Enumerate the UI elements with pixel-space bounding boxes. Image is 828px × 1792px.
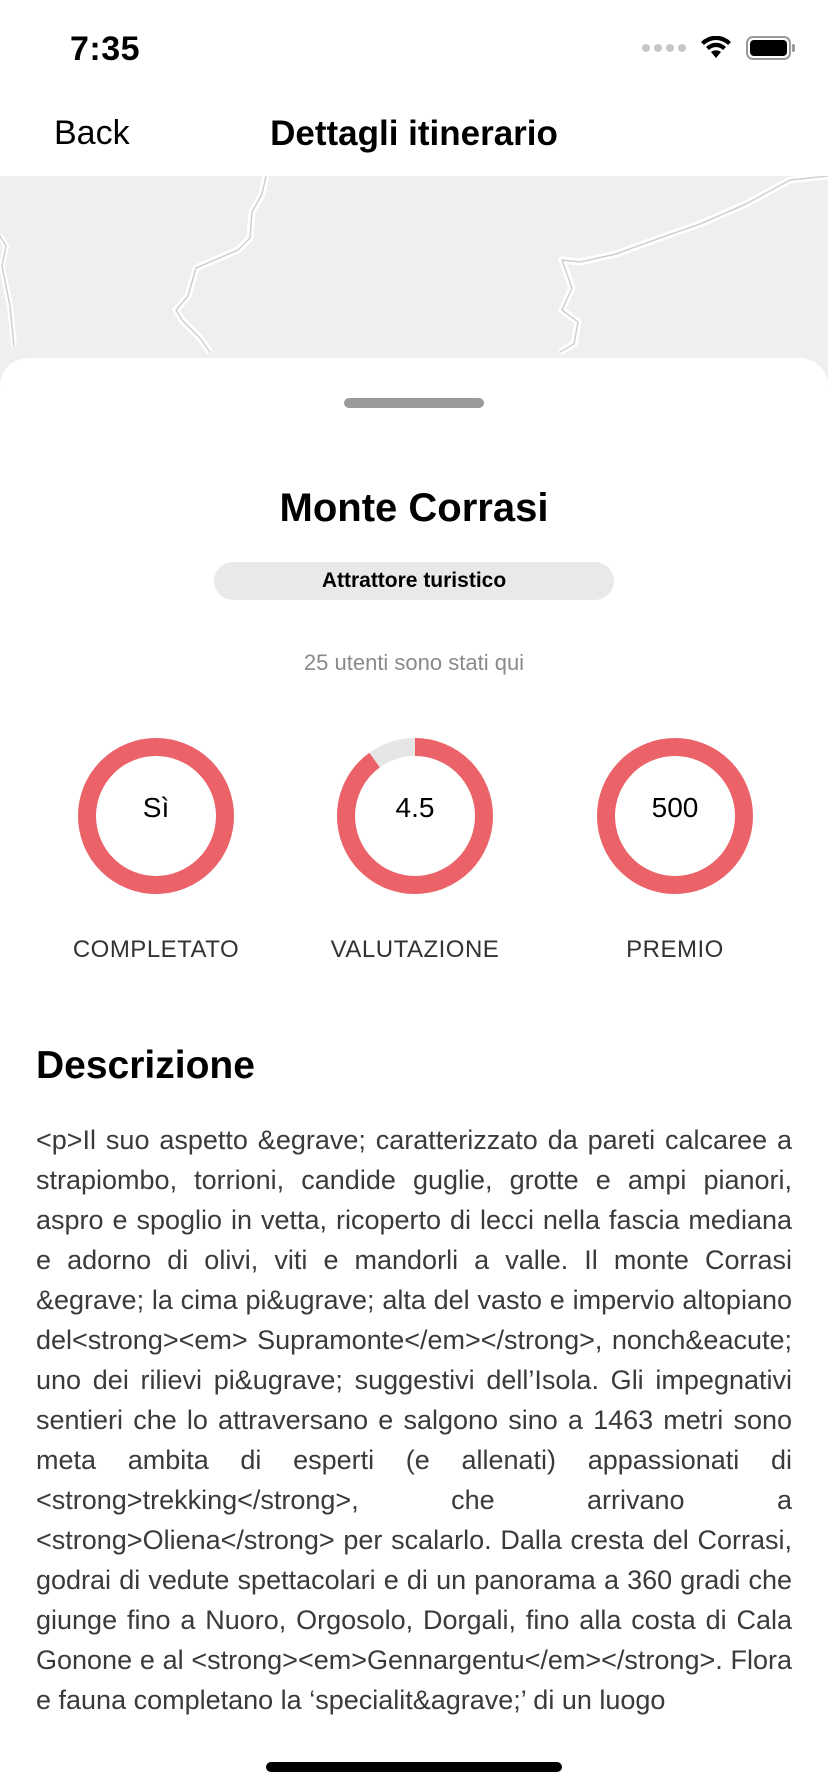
wifi-icon	[701, 36, 731, 58]
stat-reward: 500 PREMIO	[545, 736, 805, 964]
navigation-bar: Back Dettagli itinerario	[0, 96, 828, 176]
description-text: <p>Il suo aspetto &egrave; caratterizzat…	[36, 1125, 792, 1715]
completed-value: Sì	[142, 792, 170, 823]
stat-rating: 4.5 VALUTAZIONE	[285, 736, 545, 964]
stat-completed: Sì COMPLETATO	[26, 736, 286, 964]
reward-value: 500	[651, 792, 699, 823]
status-time: 7:35	[70, 30, 141, 68]
visitors-count: 25 utenti sono stati qui	[303, 650, 525, 675]
description-title: Descrizione	[36, 1044, 255, 1087]
status-bar: 7:35	[0, 0, 828, 96]
rating-value: 4.5	[395, 792, 435, 823]
place-title: Monte Corrasi	[279, 486, 549, 530]
battery-icon	[746, 36, 795, 60]
completed-label: COMPLETATO	[72, 936, 240, 963]
category-badge: Attrattore turistico	[214, 562, 614, 600]
home-indicator[interactable]	[266, 1762, 562, 1772]
details-sheet: Monte Corrasi Attrattore turistico 25 ut…	[0, 358, 828, 1792]
cellular-signal-icon	[642, 44, 686, 52]
sheet-drag-handle[interactable]	[344, 398, 484, 408]
status-icons	[642, 36, 796, 60]
reward-label: PREMIO	[626, 936, 724, 963]
rating-label: VALUTAZIONE	[330, 936, 500, 963]
page-title: Dettagli itinerario	[270, 114, 558, 153]
